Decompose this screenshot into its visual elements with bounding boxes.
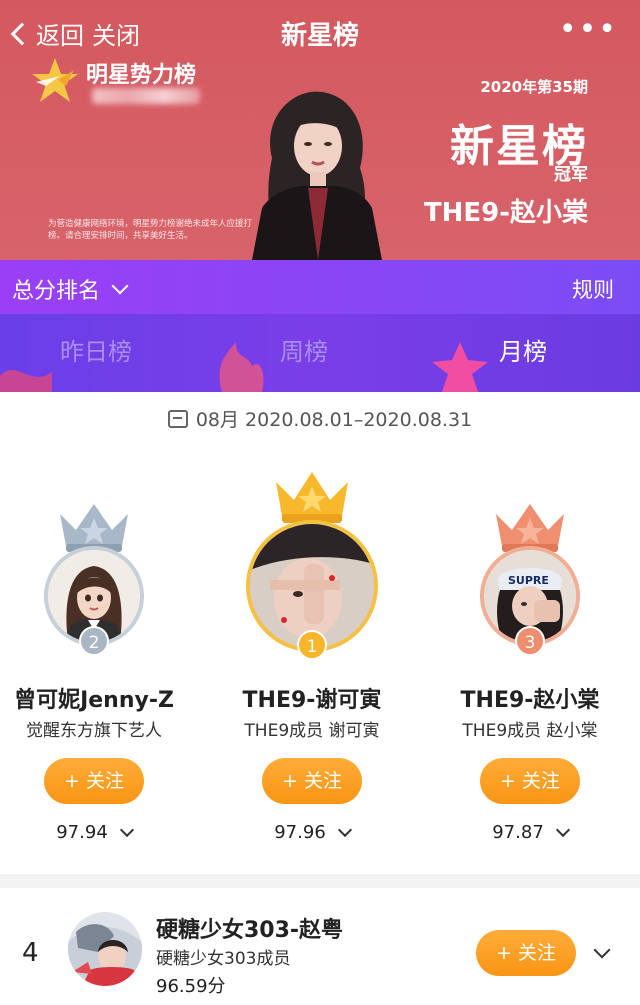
artist-subtitle: 觉醒东方旗下艺人 <box>26 721 162 741</box>
date-range-text: 08月 2020.08.01–2020.08.31 <box>195 409 473 431</box>
chevron-down-icon[interactable] <box>593 941 611 959</box>
tab-monthly[interactable]: 月榜 <box>499 332 547 367</box>
score-value: 97.94 <box>56 822 108 843</box>
follow-button[interactable]: + 关注 <box>262 758 362 804</box>
period-label: 2020年第35期 <box>480 78 588 96</box>
svg-text:SUPRE: SUPRE <box>508 574 549 587</box>
follow-button[interactable]: + 关注 <box>476 930 576 976</box>
more-menu-button[interactable]: ••• <box>559 15 618 45</box>
list-item[interactable]: 4 硬糖少女303-赵粤 硬糖少女303成员 96.59分 + 关注 <box>0 888 640 1005</box>
artist-subtitle: THE9成员 赵小棠 <box>462 721 598 741</box>
score-row: 97.94 <box>0 822 204 843</box>
artist-subtitle: THE9成员 谢可寅 <box>244 721 380 741</box>
chevron-down-icon[interactable] <box>337 822 352 838</box>
date-range: 08月 2020.08.01–2020.08.31 <box>0 405 640 432</box>
gold-crown-icon <box>276 472 348 523</box>
header-banner: 返回 关闭 新星榜 ••• 明星势力榜 为营造健康网络环境，明星势力榜谢绝未成年… <box>0 0 640 260</box>
follow-button[interactable]: + 关注 <box>44 758 144 804</box>
chevron-down-icon[interactable] <box>555 822 570 838</box>
star-logo-icon <box>32 58 78 102</box>
chevron-down-icon <box>111 277 129 295</box>
champion-label: 冠军 <box>554 165 588 185</box>
blurred-area <box>92 88 200 104</box>
rank-badge: 1 <box>297 630 327 660</box>
rank-badge: 3 <box>515 626 545 656</box>
artist-name[interactable]: THE9-赵小棠 <box>420 682 640 714</box>
rank-number: 4 <box>22 938 39 968</box>
winner-name: THE9-赵小棠 <box>423 198 588 228</box>
chevron-down-icon[interactable] <box>119 822 134 838</box>
minor-notice: 为营造健康网络环境，明星势力榜谢绝未成年人应援打榜。请合理安排时间，共享美好生活… <box>48 219 253 241</box>
tab-yesterday[interactable]: 昨日榜 <box>60 332 132 367</box>
score-value: 97.96 <box>274 822 326 843</box>
ranking-type-dropdown[interactable]: 总分排名 <box>12 273 129 305</box>
rules-link[interactable]: 规则 <box>572 274 614 304</box>
logo-text: 明星势力榜 <box>86 63 197 88</box>
avatar[interactable] <box>68 912 142 986</box>
calendar-icon <box>167 409 188 428</box>
score-value: 96.59分 <box>156 976 226 997</box>
bronze-crown-icon <box>496 504 564 552</box>
tab-weekly[interactable]: 周榜 <box>280 332 328 367</box>
artist-subtitle: 硬糖少女303成员 <box>156 949 291 969</box>
artist-name[interactable]: THE9-谢可寅 <box>202 682 422 714</box>
artist-name[interactable]: 曾可妮Jenny-Z <box>0 682 204 714</box>
score-row: 97.96 <box>202 822 422 843</box>
section-divider <box>0 874 640 888</box>
champion-photo <box>252 91 382 260</box>
score-row: 97.87 <box>420 822 640 843</box>
ranking-type-label: 总分排名 <box>12 279 101 304</box>
silver-crown-icon <box>60 504 128 552</box>
period-tabs: 昨日榜 周榜 月榜 <box>0 314 640 392</box>
score-value: 97.87 <box>492 822 544 843</box>
artist-name[interactable]: 硬糖少女303-赵粤 <box>156 912 343 944</box>
ranking-bar: 总分排名 规则 <box>0 260 640 314</box>
follow-button[interactable]: + 关注 <box>480 758 580 804</box>
rank-badge: 2 <box>79 626 109 656</box>
page-title: 新星榜 <box>280 21 359 51</box>
